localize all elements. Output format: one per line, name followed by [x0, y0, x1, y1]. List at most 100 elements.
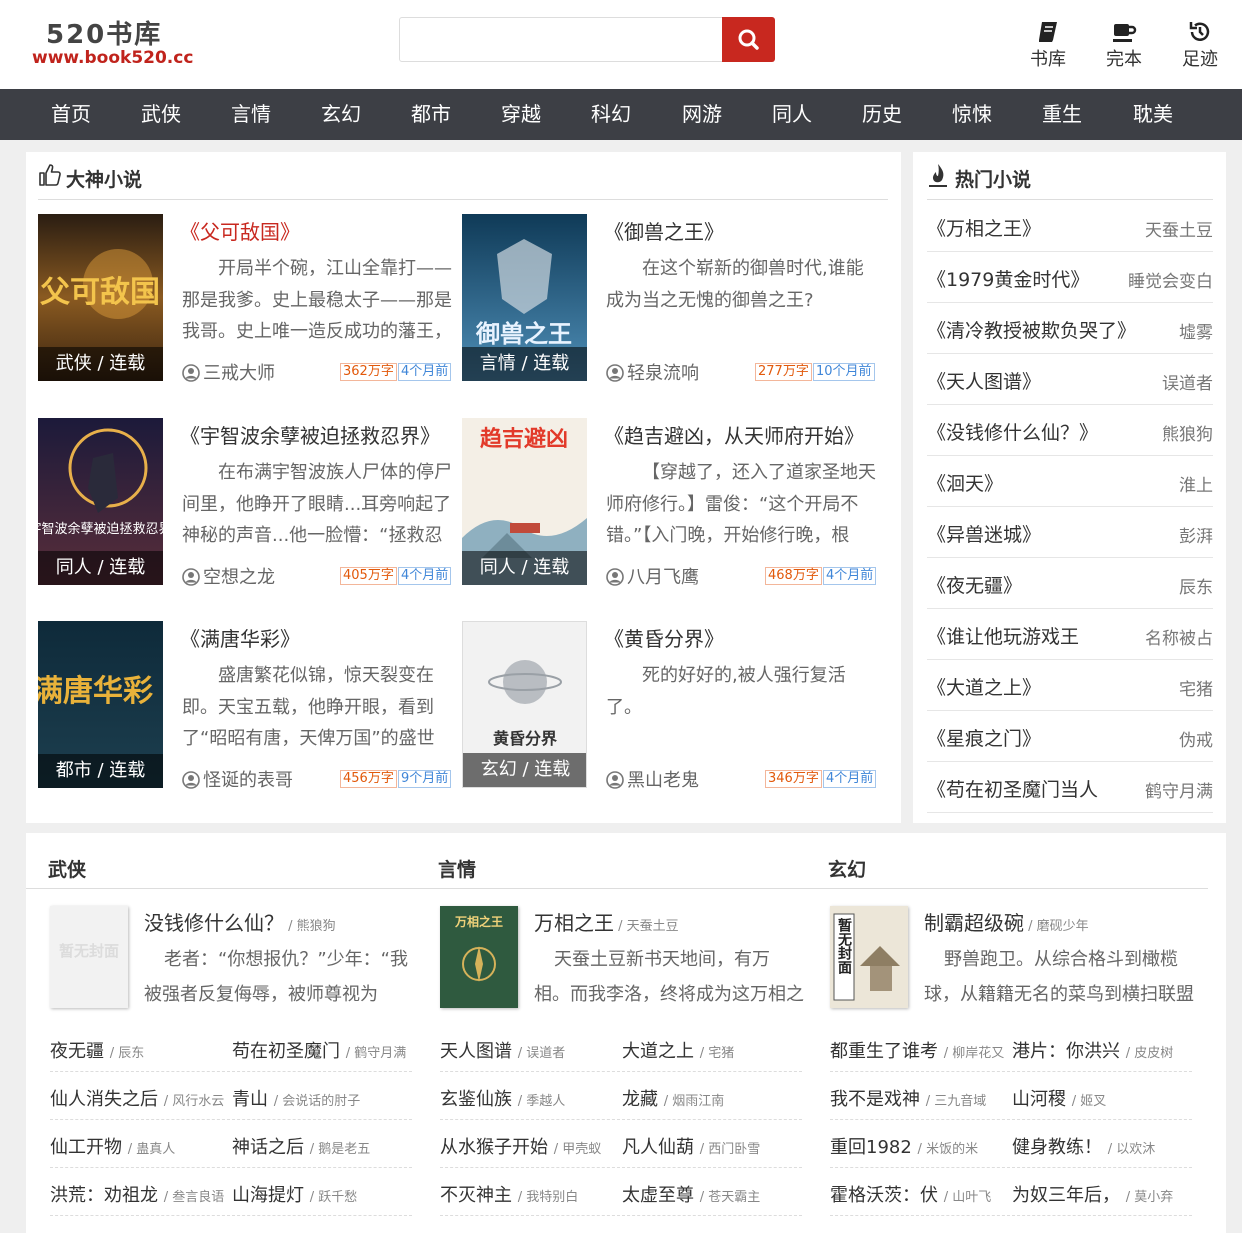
- search-icon: [738, 29, 759, 50]
- nav-item-urban[interactable]: 都市: [386, 89, 476, 140]
- book-title[interactable]: 《黄昏分界》: [604, 623, 724, 652]
- list-item[interactable]: 仙人消失之后 / 风行水云: [50, 1072, 230, 1120]
- nav-item-bl[interactable]: 耽美: [1108, 89, 1198, 140]
- book-title[interactable]: 《趋吉避凶，从天师府开始》: [604, 420, 864, 449]
- feature-title[interactable]: 万相之王 / 天蚕土豆: [534, 907, 679, 936]
- hot-item[interactable]: 《1979黄金时代》 睡觉会变白: [927, 252, 1213, 303]
- nav-item-thriller[interactable]: 惊悚: [927, 89, 1017, 140]
- list-item[interactable]: 仙工开物 / 蛊真人: [50, 1120, 230, 1168]
- book-title[interactable]: 《满唐华彩》: [180, 623, 300, 652]
- book-cover[interactable]: 趋吉避凶 同人 / 连载: [462, 418, 587, 585]
- list-item[interactable]: 山海提灯 / 跃千愁: [232, 1168, 412, 1216]
- nav-item-history[interactable]: 历史: [837, 89, 927, 140]
- nav-item-fanfic[interactable]: 同人: [747, 89, 837, 140]
- book-card[interactable]: 御兽之王 言情 / 连载 《御兽之王》 在这个崭新的御兽时代,谁能成为当之无愧的…: [462, 214, 875, 385]
- featured-title: 大神小说: [66, 169, 143, 191]
- user-icon: [182, 771, 200, 789]
- nav-item-rebirth[interactable]: 重生: [1017, 89, 1107, 140]
- book-author[interactable]: 黑山老鬼: [606, 766, 699, 792]
- list-item[interactable]: 凡人仙葫 / 西门卧雪: [622, 1120, 802, 1168]
- book-author[interactable]: 八月飞鹰: [606, 563, 699, 589]
- hot-item[interactable]: 《大道之上》 宅猪: [927, 660, 1213, 711]
- book-cover[interactable]: 宇智波余孽被迫拯救忍界 同人 / 连载: [38, 418, 163, 585]
- list-item[interactable]: 龙藏 / 烟雨江南: [622, 1072, 802, 1120]
- book-card[interactable]: 趋吉避凶 同人 / 连载 《趋吉避凶，从天师府开始》 【穿越了，还入了道家圣地天…: [462, 418, 877, 589]
- update-time-badge: 4个月前: [823, 567, 877, 585]
- quick-link-history[interactable]: 足迹: [1170, 20, 1230, 70]
- feature-title[interactable]: 没钱修什么仙？ / 熊狼狗: [144, 907, 336, 936]
- search-button[interactable]: [722, 17, 775, 62]
- book-card[interactable]: 父可敌国 武侠 / 连载 《父可敌国》 开局半个碗，江山全靠打——那是我爹。史上…: [38, 214, 452, 385]
- hot-item[interactable]: 《没钱修什么仙？》 熊狼狗: [927, 405, 1213, 456]
- site-logo[interactable]: 520书库 www.book520.cc: [32, 12, 202, 72]
- book-cover[interactable]: 父可敌国 武侠 / 连载: [38, 214, 163, 381]
- book-cover[interactable]: 满唐华彩 都市 / 连载: [38, 621, 163, 788]
- quick-link-finished[interactable]: 完本: [1094, 20, 1154, 70]
- feature-title[interactable]: 制霸超级碗 / 磨砚少年: [924, 907, 1089, 936]
- list-item[interactable]: 我不是戏神 / 三九音域: [830, 1072, 1010, 1120]
- hot-item[interactable]: 《谁让他玩游戏王 名称被占: [927, 609, 1213, 660]
- book-author[interactable]: 空想之龙: [182, 563, 275, 589]
- hot-item[interactable]: 《万相之王》 天蚕土豆: [927, 201, 1213, 252]
- list-item[interactable]: 都重生了谁考 / 柳岸花又: [830, 1024, 1010, 1072]
- hot-item[interactable]: 《洄天》 淮上: [927, 456, 1213, 507]
- quick-link-library[interactable]: 书库: [1018, 20, 1078, 70]
- nav-item-fantasy[interactable]: 玄幻: [296, 89, 386, 140]
- feature-cover[interactable]: 暂无封面: [50, 906, 128, 1008]
- list-item[interactable]: 天人图谱 / 误道者: [440, 1024, 620, 1072]
- list-item[interactable]: 霍格沃茨：伏 / 山叶飞: [830, 1168, 1010, 1216]
- list-item[interactable]: 洪荒：劝祖龙 / 叁言良语: [50, 1168, 230, 1216]
- list-item[interactable]: 青山 / 会说话的肘子: [232, 1072, 412, 1120]
- list-item[interactable]: 重回1982 / 米饭的米: [830, 1120, 1010, 1168]
- list-item[interactable]: 神话之后 / 鹅是老五: [232, 1120, 412, 1168]
- book-title[interactable]: 《宇智波余孽被迫拯救忍界》: [180, 420, 440, 449]
- hot-item[interactable]: 《星痕之门》 伪戒: [927, 711, 1213, 762]
- update-time-badge: 10个月前: [813, 363, 875, 381]
- nav-item-scifi[interactable]: 科幻: [566, 89, 656, 140]
- list-item[interactable]: 港片：你洪兴 / 皮皮树: [1012, 1024, 1192, 1072]
- category-header: 言情: [416, 833, 808, 889]
- list-item[interactable]: 不灭神主 / 我特别白: [440, 1168, 620, 1216]
- list-item[interactable]: 玄鉴仙族 / 季越人: [440, 1072, 620, 1120]
- list-item[interactable]: 大道之上 / 宅猪: [622, 1024, 802, 1072]
- book-cover[interactable]: 御兽之王 言情 / 连载: [462, 214, 587, 381]
- thumbs-up-icon: [39, 164, 61, 186]
- feature-intro: 野兽跑卫。从综合格斗到橄榄球，从籍籍无名的菜鸟到横扫联盟: [924, 949, 1194, 1005]
- nav-item-home[interactable]: 首页: [26, 89, 116, 140]
- feature-cover[interactable]: 万相之王: [440, 906, 518, 1008]
- book-title[interactable]: 《御兽之王》: [604, 216, 724, 245]
- nav-item-game[interactable]: 网游: [657, 89, 747, 140]
- nav-item-romance[interactable]: 言情: [206, 89, 296, 140]
- book-card[interactable]: 黄昏分界 玄幻 / 连载 《黄昏分界》 死的好好的,被人强行复活了。 黑山老鬼 …: [462, 621, 877, 792]
- nav-item-timetravel[interactable]: 穿越: [476, 89, 566, 140]
- search-input[interactable]: [400, 18, 720, 61]
- list-item[interactable]: 苟在初圣魔门 / 鹤守月满: [232, 1024, 412, 1072]
- list-item[interactable]: 为奴三年后， / 莫小弃: [1012, 1168, 1192, 1216]
- hot-header: 热门小说: [927, 152, 1213, 200]
- book-card[interactable]: 满唐华彩 都市 / 连载 《满唐华彩》 盛唐繁花似锦，惊天裂变在即。天宝五载，他…: [38, 621, 452, 792]
- update-time-badge: 9个月前: [398, 770, 452, 788]
- book-cover[interactable]: 黄昏分界 玄幻 / 连载: [462, 621, 587, 788]
- quick-link-label: 完本: [1106, 49, 1142, 70]
- hot-item[interactable]: 《夜无疆》 辰东: [927, 558, 1213, 609]
- list-item[interactable]: 太虚至尊 / 苍天霸主: [622, 1168, 802, 1216]
- nav-item-wuxia[interactable]: 武侠: [116, 89, 206, 140]
- hot-item[interactable]: 《苟在初圣魔门当人 鹤守月满: [927, 762, 1213, 813]
- list-item[interactable]: 健身教练！ / 以欢沐: [1012, 1120, 1192, 1168]
- list-item[interactable]: 山河稷 / 姬叉: [1012, 1072, 1192, 1120]
- hot-item[interactable]: 《天人图谱》 误道者: [927, 354, 1213, 405]
- book-author[interactable]: 怪诞的表哥: [182, 766, 293, 792]
- hot-item[interactable]: 《清冷教授被欺负哭了》 墟雾: [927, 303, 1213, 354]
- list-item[interactable]: 夜无疆 / 辰东: [50, 1024, 230, 1072]
- hot-item[interactable]: 《异兽迷城》 彭湃: [927, 507, 1213, 558]
- list-item[interactable]: 从水猴子开始 / 甲壳蚁: [440, 1120, 620, 1168]
- feature-intro: 老者：“你想报仇？”少年：“我被强者反复侮辱，被师尊视为: [144, 949, 408, 1005]
- book-author[interactable]: 轻泉流响: [606, 359, 699, 385]
- book-author[interactable]: 三戒大师: [182, 359, 275, 385]
- book-intro: 盛唐繁花似锦，惊天裂变在即。天宝五载，他睁开眼，看到了“昭昭有唐，天俾万国”的盛…: [182, 665, 435, 749]
- feature-cover[interactable]: 暂无封面: [830, 906, 908, 1008]
- book-card[interactable]: 宇智波余孽被迫拯救忍界 同人 / 连载 《宇智波余孽被迫拯救忍界》 在布满宇智波…: [38, 418, 452, 589]
- book-title[interactable]: 《父可敌国》: [180, 216, 300, 245]
- feature-intro: 天蚕土豆新书天地间，有万相。而我李洛，终将成为这万相之王。: [534, 949, 804, 1005]
- flame-icon: [929, 164, 947, 187]
